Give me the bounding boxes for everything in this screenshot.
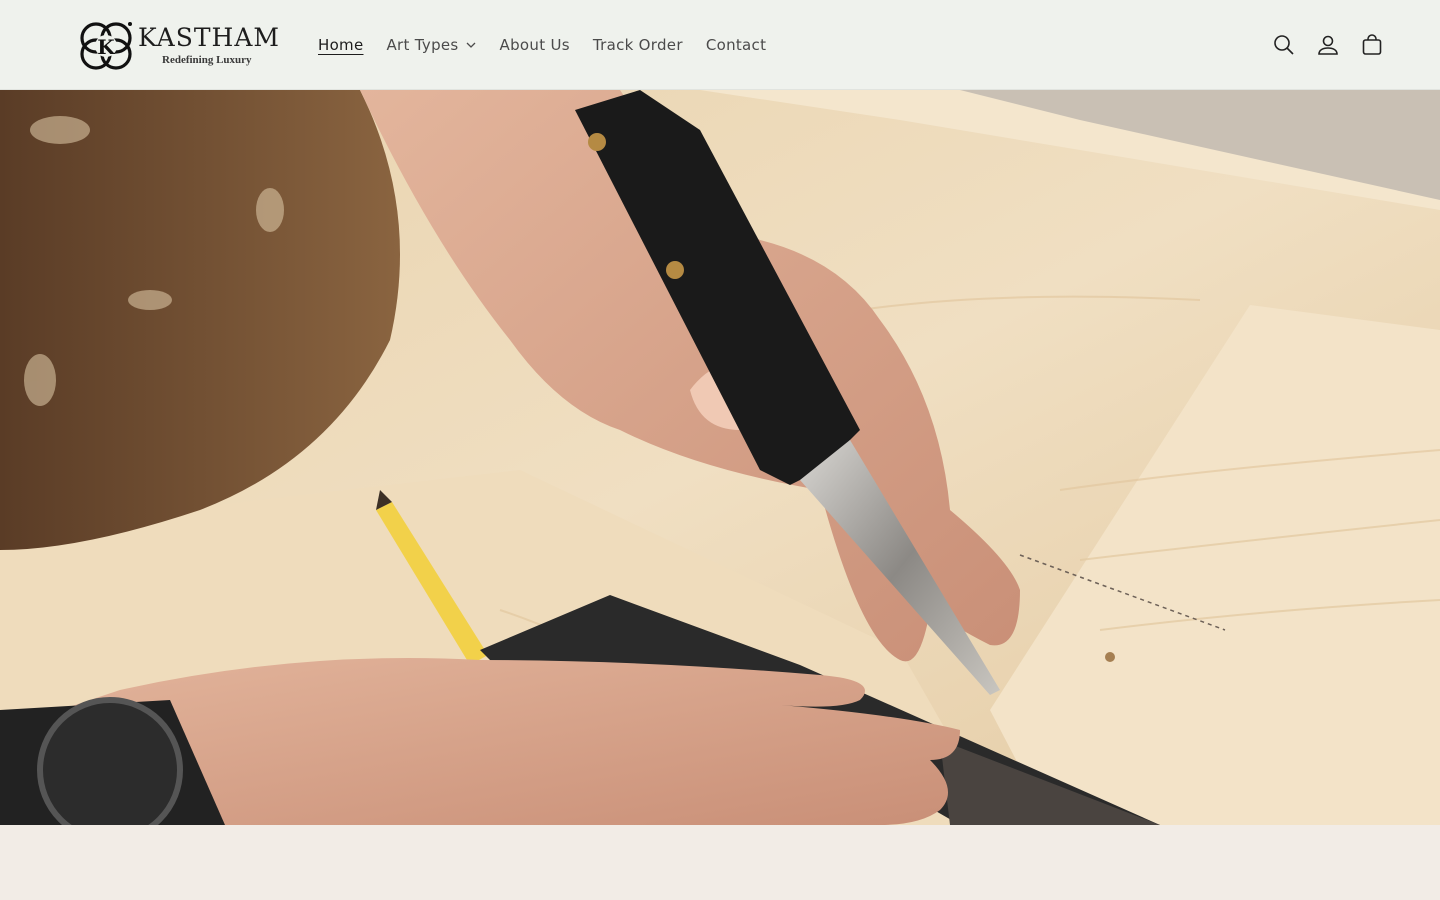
svg-text:K: K bbox=[97, 35, 115, 59]
site-header: K KASTHAM Redefining Luxury Home Art Typ… bbox=[0, 0, 1440, 90]
hero-image bbox=[0, 90, 1440, 825]
account-button[interactable] bbox=[1316, 28, 1340, 62]
chevron-down-icon bbox=[466, 42, 476, 48]
main-nav: Home Art Types About Us Track Order Cont… bbox=[318, 0, 789, 90]
nav-art-types[interactable]: Art Types bbox=[387, 36, 477, 54]
cart-button[interactable] bbox=[1360, 28, 1384, 62]
brand-name: KASTHAM bbox=[138, 22, 280, 52]
header-actions bbox=[1272, 28, 1384, 62]
hero-banner bbox=[0, 90, 1440, 825]
brand-logo[interactable]: K KASTHAM Redefining Luxury bbox=[78, 18, 288, 72]
cart-icon bbox=[1362, 34, 1382, 55]
nav-art-types-label: Art Types bbox=[386, 36, 459, 54]
account-icon bbox=[1318, 35, 1338, 55]
search-button[interactable] bbox=[1272, 28, 1296, 62]
search-icon bbox=[1274, 35, 1294, 55]
brand-tagline: Redefining Luxury bbox=[162, 53, 252, 66]
nav-track-order[interactable]: Track Order bbox=[593, 36, 683, 54]
logo-monogram-icon: K bbox=[80, 22, 132, 70]
content-section bbox=[0, 825, 1440, 900]
nav-home[interactable]: Home bbox=[318, 36, 364, 54]
nav-contact[interactable]: Contact bbox=[706, 36, 766, 54]
nav-about-us[interactable]: About Us bbox=[500, 36, 570, 54]
